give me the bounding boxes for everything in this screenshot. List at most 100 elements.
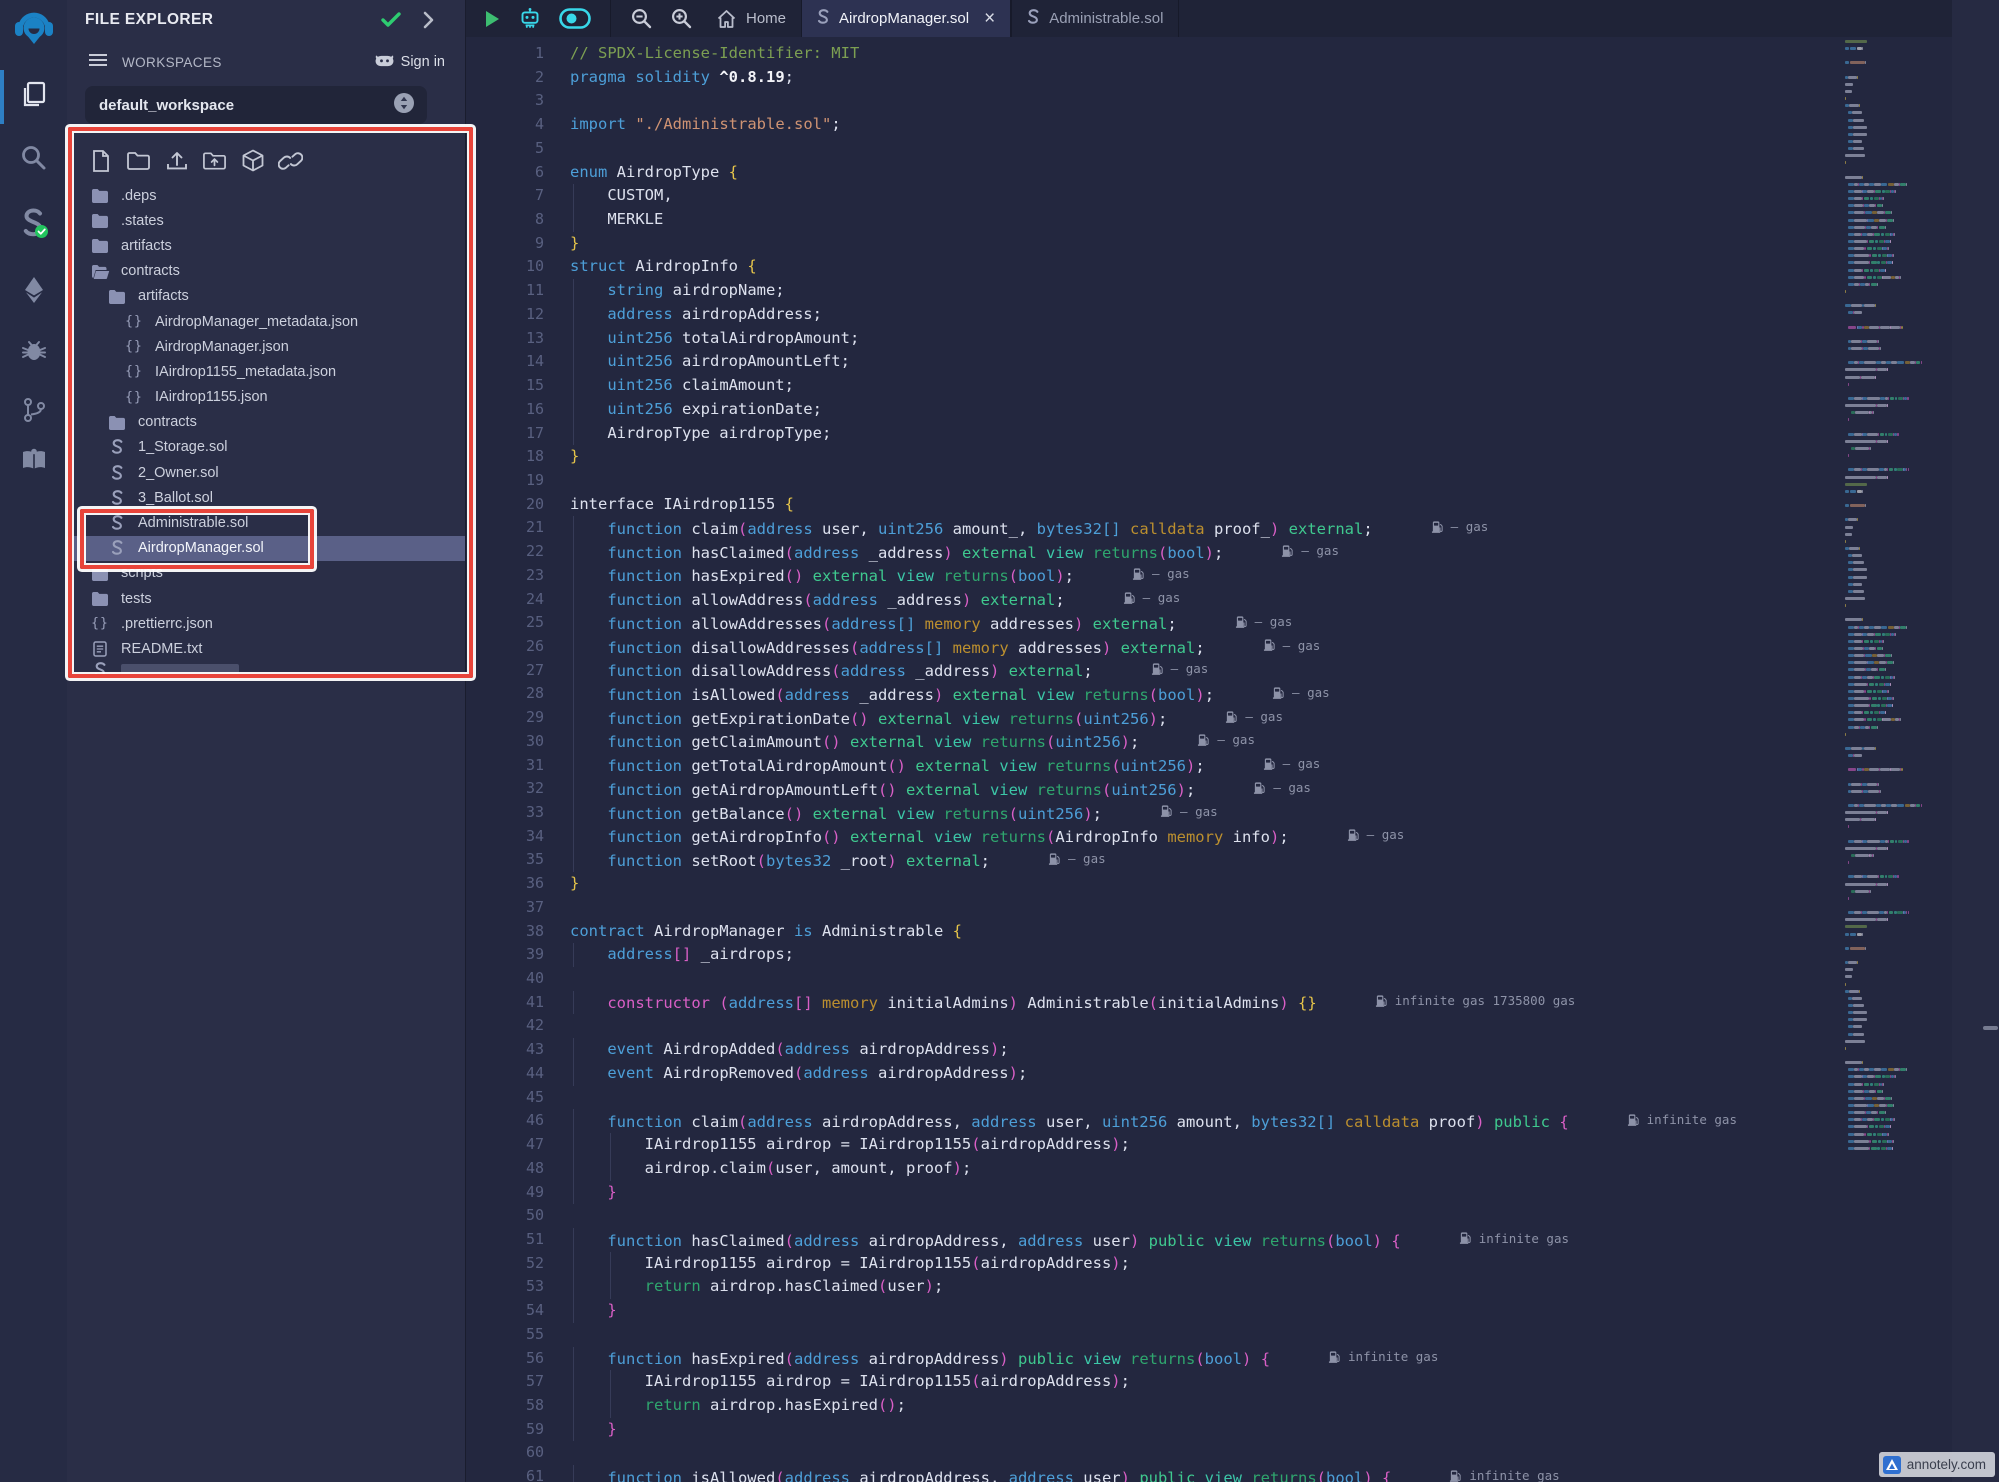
upload-file-icon[interactable] xyxy=(164,148,189,173)
gas-estimate-badge: – gas xyxy=(1235,610,1293,634)
code-line-48: 48 airdrop.claim(user, amount, proof); xyxy=(466,1157,1999,1181)
sol-file-icon xyxy=(1027,9,1040,29)
line-number: 12 xyxy=(466,303,544,327)
code-line-32: 32 function getAirdropAmountLeft() exter… xyxy=(466,777,1999,801)
line-number: 57 xyxy=(466,1370,544,1394)
tree-item-artifacts[interactable]: artifacts xyxy=(67,284,465,309)
line-number: 30 xyxy=(466,730,544,754)
line-number: 5 xyxy=(466,137,544,161)
line-number: 14 xyxy=(466,350,544,374)
tree-item-tests[interactable]: tests xyxy=(67,586,465,611)
tree-item-3_Ballot.sol[interactable]: 3_Ballot.sol xyxy=(67,485,465,510)
json-icon: {} xyxy=(124,314,144,329)
line-number: 29 xyxy=(466,706,544,730)
tree-item-AirdropManager.json[interactable]: {}AirdropManager.json xyxy=(67,334,465,359)
line-number: 10 xyxy=(466,255,544,279)
hamburger-menu-icon[interactable] xyxy=(88,53,108,72)
gas-estimate-badge: – gas xyxy=(1272,681,1330,705)
sidebar-item-solidity-compiler[interactable] xyxy=(0,200,67,250)
code-area[interactable]: 1// SPDX-License-Identifier: MIT2pragma … xyxy=(466,37,1999,1482)
tree-item-AirdropManager.sol[interactable]: AirdropManager.sol xyxy=(67,536,465,561)
code-line-60: 60 xyxy=(466,1441,1999,1465)
watermark-label: annotely.com xyxy=(1907,1457,1986,1472)
tree-item-IAirdrop1155_metadata.json[interactable]: {}IAirdrop1155_metadata.json xyxy=(67,359,465,384)
tree-item-README.txt[interactable]: README.txt xyxy=(67,636,465,661)
code-line-45: 45 xyxy=(466,1086,1999,1110)
sol-icon xyxy=(107,439,127,455)
scrollbar-gutter xyxy=(1952,0,1999,1482)
tree-item-2_Owner.sol[interactable]: 2_Owner.sol xyxy=(67,460,465,485)
new-folder-icon[interactable] xyxy=(126,148,151,173)
code-line-55: 55 xyxy=(466,1323,1999,1347)
line-number: 20 xyxy=(466,493,544,517)
tree-item-.states[interactable]: .states xyxy=(67,208,465,233)
minimap[interactable] xyxy=(1845,40,1957,1154)
tree-item-IAirdrop1155.json[interactable]: {}IAirdrop1155.json xyxy=(67,385,465,410)
line-number: 28 xyxy=(466,682,544,706)
line-number: 61 xyxy=(466,1465,544,1482)
code-line-47: 47 IAirdrop1155 airdrop = IAirdrop1155(a… xyxy=(466,1133,1999,1157)
file-tree-toolbar xyxy=(88,148,303,173)
code-line-38: 38contract AirdropManager is Administrab… xyxy=(466,920,1999,944)
code-line-14: 14 uint256 airdropAmountLeft; xyxy=(466,350,1999,374)
tab-home[interactable]: Home xyxy=(716,9,786,29)
new-file-icon[interactable] xyxy=(88,148,113,173)
tree-item-.prettierrc.json[interactable]: {}.prettierrc.json xyxy=(67,611,465,636)
code-line-9: 9} xyxy=(466,232,1999,256)
tree-item-contracts[interactable]: contracts xyxy=(67,410,465,435)
sidebar-item-learn[interactable] xyxy=(0,437,67,487)
zoom-in-button[interactable] xyxy=(670,7,693,30)
sidebar-item-search[interactable] xyxy=(0,135,67,185)
gas-estimate-badge: – gas xyxy=(1225,705,1283,729)
close-tab-icon[interactable]: × xyxy=(984,9,995,28)
icon-rail xyxy=(0,0,67,1482)
sidebar-item-debugger[interactable] xyxy=(0,327,67,377)
line-number: 2 xyxy=(466,66,544,90)
code-line-54: 54 } xyxy=(466,1299,1999,1323)
code-line-10: 10struct AirdropInfo { xyxy=(466,255,1999,279)
sign-in-button[interactable]: Sign in xyxy=(375,52,445,72)
tree-item-Administrable.sol[interactable]: Administrable.sol xyxy=(67,510,465,535)
workspace-select-updown-icon xyxy=(393,92,415,119)
code-line-39: 39 address[] _airdrops; xyxy=(466,943,1999,967)
tab-Administrable.sol[interactable]: Administrable.sol xyxy=(1011,0,1179,37)
code-line-5: 5 xyxy=(466,137,1999,161)
folder-open-icon xyxy=(90,264,110,279)
line-number: 17 xyxy=(466,422,544,446)
line-number: 39 xyxy=(466,943,544,967)
ai-copilot-toggle[interactable] xyxy=(559,8,591,29)
code-line-37: 37 xyxy=(466,896,1999,920)
tree-item-label: .deps xyxy=(121,188,156,204)
ethereum-icon xyxy=(21,275,47,310)
line-number: 13 xyxy=(466,327,544,351)
remixai-robot-button[interactable] xyxy=(518,7,542,31)
code-line-58: 58 return airdrop.hasExpired(); xyxy=(466,1394,1999,1418)
tree-item-AirdropManager_metadata.json[interactable]: {}AirdropManager_metadata.json xyxy=(67,309,465,334)
upload-folder-icon[interactable] xyxy=(202,148,227,173)
doc-icon xyxy=(90,641,110,657)
tree-item-.deps[interactable]: .deps xyxy=(67,183,465,208)
tab-AirdropManager.sol[interactable]: AirdropManager.sol× xyxy=(801,0,1011,37)
code-line-4: 4import "./Administrable.sol"; xyxy=(466,113,1999,137)
line-number: 16 xyxy=(466,398,544,422)
tree-item-label: .states xyxy=(121,213,164,229)
run-script-button[interactable] xyxy=(483,9,501,29)
code-line-16: 16 uint256 expirationDate; xyxy=(466,398,1999,422)
tree-item-contracts[interactable]: contracts xyxy=(67,259,465,284)
sidebar-item-deploy-run[interactable] xyxy=(0,267,67,317)
tree-item-scripts[interactable]: scripts xyxy=(67,561,465,586)
tree-item-artifacts[interactable]: artifacts xyxy=(67,233,465,258)
cube-icon[interactable] xyxy=(240,148,265,173)
gas-estimate-badge: – gas xyxy=(1263,634,1321,658)
zoom-out-button[interactable] xyxy=(630,7,653,30)
workspace-selected-value: default_workspace xyxy=(99,97,234,114)
line-number: 1 xyxy=(466,42,544,66)
sidebar-item-file-explorer[interactable] xyxy=(0,72,67,122)
sidebar-item-git[interactable] xyxy=(0,387,67,437)
line-number: 4 xyxy=(466,113,544,137)
link-icon[interactable] xyxy=(278,148,303,173)
scrollbar-thumb[interactable] xyxy=(1983,1026,1998,1030)
tree-item-1_Storage.sol[interactable]: 1_Storage.sol xyxy=(67,435,465,460)
workspace-select[interactable]: default_workspace xyxy=(85,86,427,124)
line-number: 37 xyxy=(466,896,544,920)
